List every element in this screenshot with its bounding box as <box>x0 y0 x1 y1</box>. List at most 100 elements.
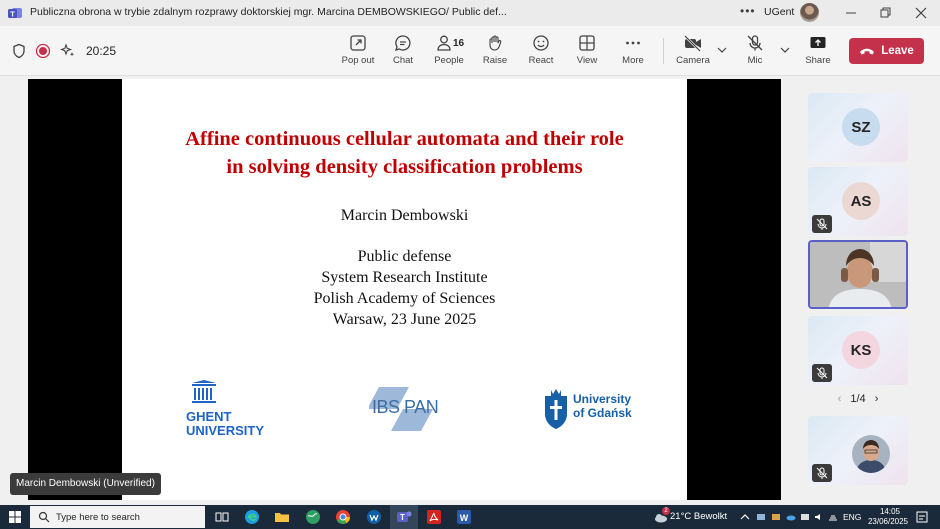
participant-tile-ks[interactable]: KS <box>808 316 908 385</box>
slide-author: Marcin Dembowski <box>340 207 469 224</box>
toolbar-divider <box>663 38 664 64</box>
slide-title: Affine continuous cellular automata and … <box>122 125 687 181</box>
people-icon <box>437 35 451 51</box>
chevron-left-icon[interactable]: ‹ <box>838 393 842 405</box>
raise-hand-button[interactable]: Raise <box>473 34 517 74</box>
ghent-wordmark-line-1: GHENT <box>186 409 232 424</box>
participant-avatar: SZ <box>842 108 880 146</box>
taskbar-search-placeholder: Type here to search <box>56 511 140 523</box>
minimize-icon[interactable] <box>842 4 860 22</box>
sparkle-icon[interactable] <box>60 43 76 59</box>
onedrive-icon[interactable] <box>786 513 796 521</box>
tray-app-icon[interactable] <box>756 513 766 521</box>
more-label: More <box>622 55 644 66</box>
share-button[interactable]: Share <box>796 34 840 74</box>
more-options-icon[interactable]: ••• <box>740 4 756 18</box>
weather-text[interactable]: 21°C Bewolkt <box>670 511 727 522</box>
pop-out-icon <box>350 35 366 51</box>
word-icon[interactable]: W <box>456 509 472 525</box>
ghent-wordmark-line-2: UNIVERSITY <box>186 423 265 438</box>
chevron-down-icon[interactable] <box>780 46 790 54</box>
pop-out-button[interactable]: Pop out <box>336 34 380 74</box>
participant-video-tile[interactable] <box>808 240 908 309</box>
browser-icon[interactable] <box>305 509 321 525</box>
language-indicator[interactable]: ENG <box>843 512 861 522</box>
ibs-pan-wordmark: IBS PAN <box>372 397 439 417</box>
edge-icon[interactable] <box>244 509 260 525</box>
share-label: Share <box>805 55 831 66</box>
clock-time[interactable]: 14:05 <box>873 507 907 516</box>
window-title-bar: T Publiczna obrona w trybie zdalnym rozp… <box>0 0 940 26</box>
pager-text: 1/4 <box>850 393 866 405</box>
share-screen-icon <box>810 37 826 48</box>
recording-icon[interactable] <box>35 43 51 59</box>
leave-button[interactable]: Leave <box>849 38 924 64</box>
window-title: Publiczna obrona w trybie zdalnym rozpra… <box>30 6 507 18</box>
task-view-icon[interactable] <box>214 509 230 525</box>
org-name[interactable]: UGent <box>764 6 794 18</box>
network-icon[interactable] <box>828 513 838 521</box>
camera-off-icon <box>684 35 701 52</box>
chrome-icon[interactable] <box>335 509 351 525</box>
participant-avatar: AS <box>842 182 880 220</box>
search-icon <box>38 511 50 523</box>
camera-button[interactable]: Camera <box>671 34 715 74</box>
ghent-university-wordmark: GHENT UNIVERSITY <box>186 410 264 438</box>
people-button[interactable]: People <box>427 34 471 74</box>
volume-icon[interactable] <box>814 513 824 521</box>
account-avatar[interactable] <box>800 3 819 22</box>
svg-text:T: T <box>400 513 405 522</box>
smiley-icon <box>533 35 549 51</box>
tray-app-icon[interactable] <box>771 513 781 521</box>
participant-photo-avatar <box>852 435 890 473</box>
windows-start-icon[interactable] <box>9 511 21 523</box>
clock-date[interactable]: 23/06/2025 <box>866 517 910 526</box>
mic-muted-icon <box>812 215 832 233</box>
participant-tile-as[interactable]: AS <box>808 167 908 236</box>
pop-out-label: Pop out <box>341 55 375 66</box>
weather-notification-badge: 2 <box>662 507 670 515</box>
presenter-name-label: Marcin Dembowski (Unverified) <box>10 473 161 495</box>
mic-off-icon <box>747 35 763 51</box>
ug-wordmark-line-1: University <box>573 392 632 406</box>
hand-icon <box>489 35 502 51</box>
ug-wordmark-line-2: of Gdańsk <box>573 406 632 420</box>
more-button[interactable]: More <box>611 34 655 74</box>
react-button[interactable]: React <box>519 34 563 74</box>
restore-icon[interactable] <box>876 4 894 22</box>
file-explorer-icon[interactable] <box>274 509 290 525</box>
chevron-down-icon[interactable] <box>717 46 727 54</box>
chevron-up-icon[interactable] <box>740 513 750 521</box>
slide-line-place-date: Warsaw, 23 June 2025 <box>332 311 477 328</box>
participant-tile-photo[interactable] <box>808 416 908 485</box>
participant-video-feed <box>810 242 906 307</box>
leave-label: Leave <box>881 45 914 57</box>
meeting-stage: Affine continuous cellular automata and … <box>0 76 940 505</box>
notifications-icon[interactable] <box>915 510 929 524</box>
more-icon <box>626 41 640 45</box>
chat-button[interactable]: Chat <box>381 34 425 74</box>
tray-app-icon[interactable] <box>800 513 810 521</box>
slide-title-line-1: Affine continuous cellular automata and … <box>185 128 624 150</box>
slide-title-line-2: in solving density classification proble… <box>226 156 583 178</box>
meeting-toolbar: 20:25 Pop out Chat People 16 Raise React… <box>0 26 940 76</box>
meeting-timer: 20:25 <box>86 44 117 58</box>
mic-button[interactable]: Mic <box>733 34 777 74</box>
teams-taskbar-icon[interactable]: T <box>396 509 412 525</box>
shield-icon[interactable] <box>11 43 27 59</box>
close-icon[interactable] <box>912 4 930 22</box>
chevron-right-icon[interactable]: › <box>875 393 879 405</box>
camera-label: Camera <box>676 55 710 66</box>
app-icon[interactable] <box>366 509 382 525</box>
shared-screen: Affine continuous cellular automata and … <box>28 79 781 500</box>
acrobat-icon[interactable] <box>426 509 442 525</box>
raise-label: Raise <box>482 55 508 66</box>
view-label: View <box>576 55 598 66</box>
taskbar-search-box[interactable]: Type here to search <box>30 506 205 528</box>
view-button[interactable]: View <box>565 34 609 74</box>
grid-icon <box>579 35 595 51</box>
university-of-gdansk-wordmark: University of Gdańsk <box>573 392 632 420</box>
slide-line-institute: System Research Institute <box>321 269 488 286</box>
participant-tile-sz[interactable]: SZ <box>808 93 908 162</box>
windows-taskbar: Type here to search T W 2 21°C Bewolkt E… <box>0 505 940 529</box>
